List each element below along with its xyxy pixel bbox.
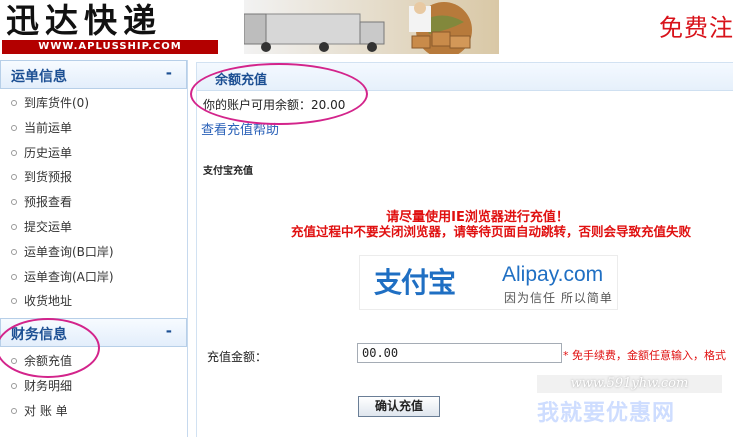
amount-hint: * 免手续费，金额任意输入，格式	[563, 349, 726, 362]
sidebar-item-submit-waybill[interactable]: 提交运单	[0, 215, 187, 240]
amount-input[interactable]	[357, 343, 562, 363]
sidebar-item-label: 运单查询(B口岸)	[24, 244, 114, 259]
bullet-icon	[11, 149, 17, 156]
sidebar-item-label: 收货地址	[24, 294, 73, 309]
sidebar-item-label: 预报查看	[24, 195, 73, 210]
sidebar-item-current-waybill[interactable]: 当前运单	[0, 116, 187, 141]
sidebar-item-label: 余额充值	[24, 354, 73, 369]
alipay-section-label: 支付宝充值	[203, 166, 253, 177]
header: 迅达快递 WWW.APLUSSHIP.COM 免费注	[0, 0, 733, 56]
sidebar-finance-list: 余额充值 财务明细 对 账 单	[0, 347, 187, 423]
confirm-recharge-button[interactable]: 确认充值	[358, 396, 440, 417]
sidebar-section-waybill-header[interactable]: 运单信息 -	[0, 60, 187, 89]
sidebar-item-statement[interactable]: 对 账 单	[0, 399, 187, 424]
bullet-icon	[11, 174, 17, 181]
sidebar-item-arrival-forecast[interactable]: 到货预报	[0, 165, 187, 190]
page-title: 余额充值	[215, 73, 268, 88]
recharge-help-link[interactable]: 查看充值帮助	[201, 119, 279, 138]
bullet-icon	[11, 382, 17, 389]
header-slogan: 免费注	[659, 14, 733, 42]
sidebar-item-label: 当前运单	[24, 120, 73, 135]
alipay-logo: 支付宝 Alipay.com 因为信任 所以简单	[359, 255, 618, 310]
main-panel-header: 余额充值	[197, 63, 733, 91]
amount-label: 充值金额：	[207, 350, 268, 364]
bullet-icon	[11, 199, 17, 206]
sidebar-waybill-list: 到库货件(0) 当前运单 历史运单 到货预报 预报查看 提交运单 运单查询(B口…	[0, 89, 187, 314]
watermark-site-name: 我就要优惠网	[537, 401, 676, 426]
sidebar-item-warehouse-parcels[interactable]: 到库货件(0)	[0, 91, 187, 116]
sidebar-item-forecast-view[interactable]: 预报查看	[0, 190, 187, 215]
recharge-warning: 充值过程中不要关闭浏览器，请等待页面自动跳转，否则会导致充值失败	[291, 224, 692, 239]
bullet-icon	[11, 124, 17, 131]
watermark-url: www.591yhw.com	[537, 375, 722, 393]
sidebar-item-label: 对 账 单	[24, 403, 68, 418]
sidebar-item-balance-recharge[interactable]: 余额充值	[0, 349, 187, 374]
site-logo[interactable]: 迅达快递 WWW.APLUSSHIP.COM	[2, 2, 218, 54]
alipay-logo-chinese: 支付宝	[374, 266, 456, 299]
sidebar-item-label: 历史运单	[24, 145, 73, 160]
sidebar-item-label: 提交运单	[24, 219, 73, 234]
logo-url-text: WWW.APLUSSHIP.COM	[2, 40, 218, 54]
alipay-logo-slogan: 因为信任 所以简单	[504, 291, 613, 305]
sidebar-section-title: 运单信息	[11, 69, 67, 85]
bullet-icon	[11, 298, 17, 305]
sidebar-section-finance-header[interactable]: 财务信息 -	[0, 318, 187, 348]
collapse-icon[interactable]: -	[166, 64, 172, 82]
account-balance: 你的账户可用余额：20.00	[203, 98, 346, 112]
bullet-icon	[11, 223, 17, 230]
bullet-icon	[11, 358, 17, 365]
alipay-logo-english: Alipay.com	[502, 263, 604, 286]
collapse-icon[interactable]: -	[166, 322, 172, 340]
bullet-icon	[11, 273, 17, 280]
sidebar-item-history-waybill[interactable]: 历史运单	[0, 141, 187, 166]
bullet-icon	[11, 407, 17, 414]
header-banner-image	[244, 0, 499, 54]
sidebar-item-query-port-a[interactable]: 运单查询(A口岸)	[0, 265, 187, 290]
sidebar-item-query-port-b[interactable]: 运单查询(B口岸)	[0, 240, 187, 265]
bullet-icon	[11, 248, 17, 255]
sidebar-item-label: 运单查询(A口岸)	[24, 269, 114, 284]
sidebar-section-title: 财务信息	[11, 327, 67, 344]
sidebar-item-label: 到货预报	[24, 170, 73, 185]
sidebar: 运单信息 - 到库货件(0) 当前运单 历史运单 到货预报 预报查看 提交运单 …	[0, 60, 188, 437]
sidebar-item-finance-details[interactable]: 财务明细	[0, 374, 187, 399]
sidebar-item-label: 到库货件(0)	[24, 96, 89, 110]
logo-chinese-text: 迅达快递	[6, 1, 162, 40]
bullet-icon	[11, 100, 17, 106]
sidebar-item-label: 财务明细	[24, 378, 73, 393]
sidebar-item-shipping-address[interactable]: 收货地址	[0, 289, 187, 314]
